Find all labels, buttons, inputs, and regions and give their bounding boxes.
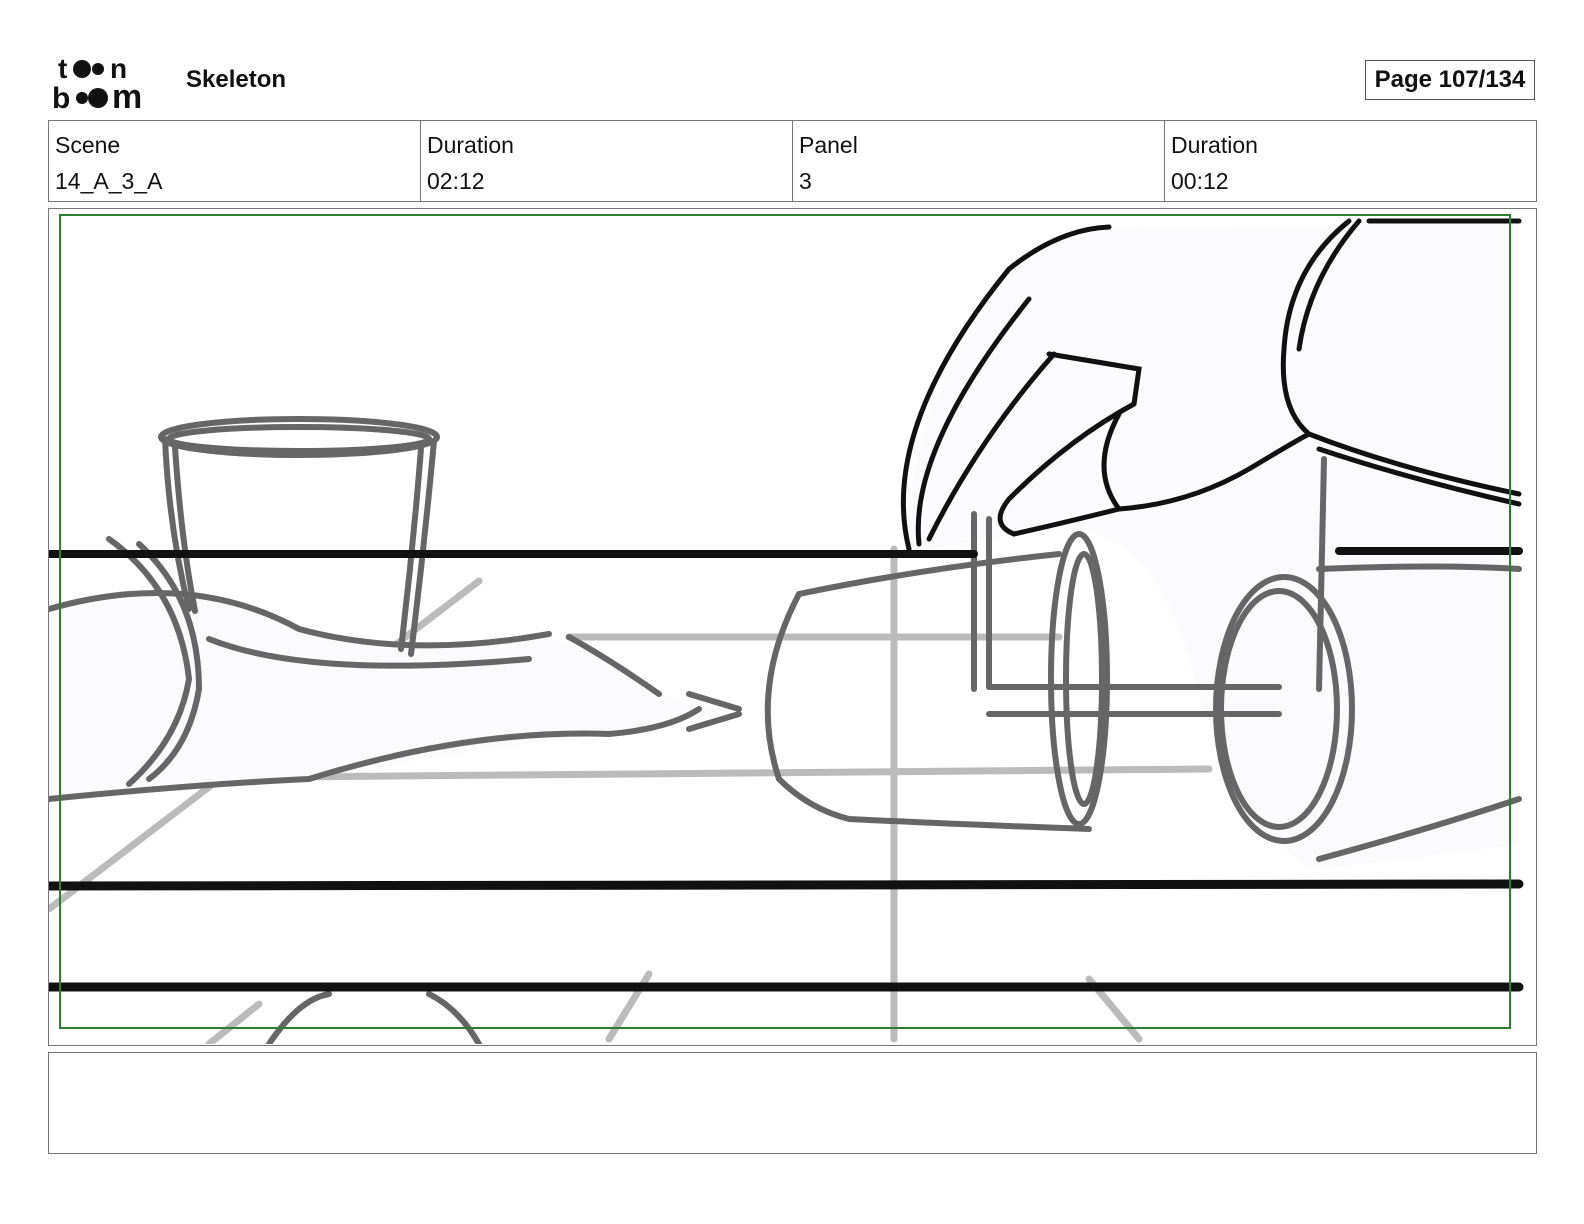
scene-duration-value: 02:12	[427, 168, 485, 194]
scene-label: Scene	[55, 132, 121, 158]
toon-boom-logo: t n b m	[52, 53, 142, 112]
scene-duration-label: Duration	[427, 132, 514, 158]
panel-sketch	[49, 214, 1524, 1044]
page-number: Page 107/134	[1365, 60, 1535, 100]
svg-text:m: m	[112, 78, 142, 112]
panel-label: Panel	[799, 132, 858, 158]
panel-info-table: Scene 14_A_3_A Duration 02:12 Panel 3 Du…	[48, 120, 1537, 202]
panel-duration-label: Duration	[1171, 132, 1258, 158]
panel-value: 3	[799, 168, 812, 194]
svg-text:b: b	[52, 82, 70, 112]
notes-box	[48, 1052, 1537, 1154]
project-title: Skeleton	[186, 66, 287, 93]
scene-value: 14_A_3_A	[55, 168, 163, 194]
panel-cell: Panel 3	[793, 121, 1165, 201]
svg-text:t: t	[58, 53, 67, 84]
scene-duration-cell: Duration 02:12	[421, 121, 793, 201]
storyboard-panel	[48, 208, 1537, 1046]
panel-duration-value: 00:12	[1171, 168, 1229, 194]
scene-cell: Scene 14_A_3_A	[49, 121, 421, 201]
panel-duration-cell: Duration 00:12	[1165, 121, 1536, 201]
